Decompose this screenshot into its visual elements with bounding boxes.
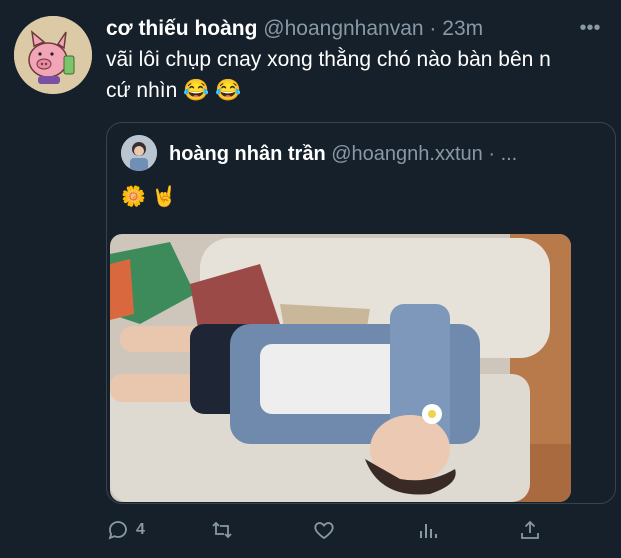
quoted-handle[interactable]: @hoangnh.xxtun [331,143,483,165]
person-photo-avatar-image [121,135,157,171]
reply-button[interactable]: 4 [106,514,145,546]
tweet-header: cơ thiếu hoàng @hoangnhanvan · 23m [106,16,556,42]
truncation-ellipsis: ... [500,143,518,165]
like-icon [314,522,334,540]
retweet-icon [212,521,232,539]
reply-count: 4 [136,521,145,538]
analytics-icon [420,524,437,538]
quoted-display-name[interactable]: hoàng nhân trần [169,143,326,165]
separator-dot: · [429,17,437,40]
tweet-action-bar: 4 [106,514,606,546]
tweet-photo[interactable] [110,234,571,502]
share-button[interactable] [518,514,542,546]
separator-dot: · [488,143,495,165]
tweet-text-line: cứ nhìn 😂 😂 [106,79,242,102]
tweet-text-line: vãi lôi chụp cnay xong thằng chó nào bàn… [106,48,551,71]
avatar[interactable] [14,16,92,94]
share-icon [521,520,539,539]
quoted-avatar[interactable] [121,135,157,171]
retweet-button[interactable] [210,514,234,546]
like-button[interactable] [312,514,336,546]
quoted-tweet-card[interactable]: hoàng nhân trần @hoangnh.xxtun · ... 🌼 🤘 [106,122,616,504]
tweet-text: vãi lôi chụp cnay xong thằng chó nào bàn… [106,44,606,106]
display-name[interactable]: cơ thiếu hoàng [106,17,257,40]
analytics-button[interactable] [416,514,440,546]
user-handle[interactable]: @hoangnhanvan [263,17,423,40]
quoted-header: hoàng nhân trần @hoangnh.xxtun · ... [169,141,609,167]
tweet-time[interactable]: 23m [442,17,483,40]
pig-cartoon-avatar-image [14,16,92,94]
reply-icon [108,521,127,540]
quoted-text: 🌼 🤘 [121,186,177,208]
more-options-icon[interactable]: ••• [576,18,604,38]
photo-person-lying-on-sofa-image [110,234,571,502]
